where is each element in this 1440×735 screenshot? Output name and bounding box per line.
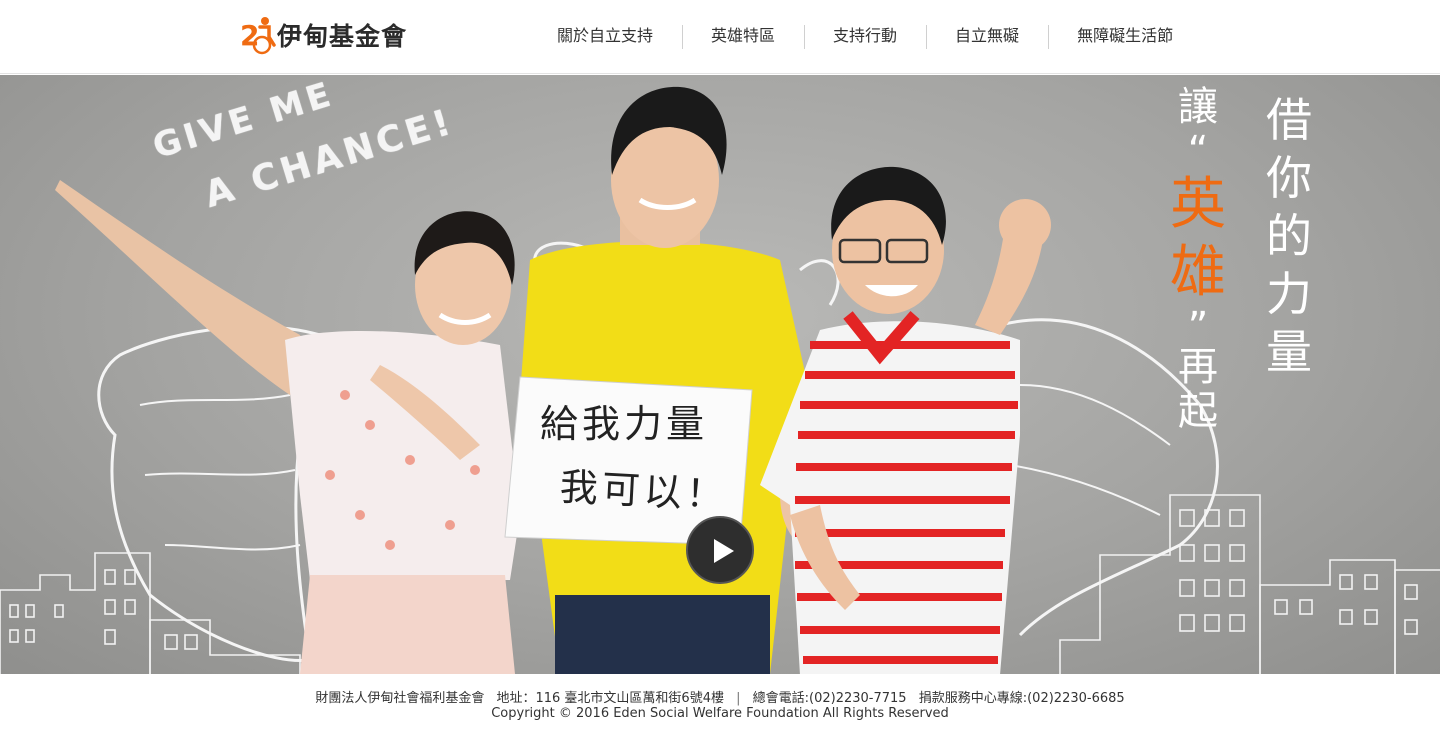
- slogan-char: 借: [1266, 93, 1312, 147]
- site-footer: 財團法人伊甸社會福利基金會 地址：116 臺北市文山區萬和街6號4樓 | 總會電…: [0, 675, 1440, 735]
- brand-name: 伊甸基金會: [277, 22, 408, 51]
- slogan-borrow-your-strength: 借 你 的 力 量: [1266, 97, 1312, 387]
- person-right: [760, 166, 1051, 674]
- footer-phone: 總會電話:(02)2230-7715: [752, 691, 907, 706]
- footer-copyright: Copyright © 2016 Eden Social Welfare Fou…: [491, 706, 949, 721]
- slogan-char: 起: [1178, 388, 1218, 434]
- footer-address: 地址：116 臺北市文山區萬和街6號4樓: [496, 691, 724, 706]
- footer-donation-phone: 捐款服務中心專線:(02)2230-6685: [918, 691, 1125, 706]
- slogan-char: 讓: [1178, 84, 1218, 130]
- play-icon: [714, 539, 734, 563]
- logo-mark-digit: 2: [240, 19, 259, 52]
- main-nav: 關於自立支持 英雄特區 支持行動 自立無礙 無障礙生活節: [528, 22, 1202, 50]
- site-logo[interactable]: 2 伊甸基金會: [240, 14, 407, 56]
- nav-item-about-independence[interactable]: 關於自立支持: [528, 23, 682, 49]
- slogan-char: 再: [1178, 344, 1218, 390]
- slogan-highlight-char: 英: [1170, 172, 1226, 237]
- slogan-char: 量: [1266, 325, 1312, 379]
- sign-text-line2: 我可以！: [558, 464, 729, 518]
- nav-item-support-actions[interactable]: 支持行動: [804, 23, 926, 49]
- site-header: 2 伊甸基金會 關於自立支持 英雄特區 支持行動 自立無礙 無障礙生活節: [0, 0, 1440, 74]
- slogan-open-quote: “: [1187, 131, 1209, 167]
- slogan-char: 力: [1266, 267, 1312, 321]
- slogan-char: 的: [1266, 209, 1312, 263]
- chalk-skyline-right: [1059, 494, 1440, 674]
- slogan-char: 你: [1266, 151, 1312, 205]
- footer-separator: |: [736, 691, 741, 706]
- sign-text-line1: 給我力量: [540, 402, 709, 446]
- slogan-let-heroes-rise: 讓 “ 英 雄 ” 再 起: [1170, 87, 1226, 435]
- footer-org-name: 財團法人伊甸社會福利基金會: [315, 691, 485, 706]
- slogan-close-quote: ”: [1187, 307, 1209, 343]
- nav-item-barrier-free[interactable]: 自立無礙: [926, 23, 1048, 49]
- eden-wheelchair-logo-icon: 2: [240, 17, 276, 55]
- slogan-highlight-char: 雄: [1170, 240, 1226, 305]
- nav-item-heroes[interactable]: 英雄特區: [682, 23, 804, 49]
- hero-banner: GIVE ME A CHANCE! 給我力量 我可以！ 借 你 的 力 量 讓 …: [0, 75, 1440, 674]
- nav-item-accessible-life-festival[interactable]: 無障礙生活節: [1048, 23, 1202, 49]
- video-play-button[interactable]: [686, 516, 754, 584]
- footer-contact-line: 財團法人伊甸社會福利基金會 地址：116 臺北市文山區萬和街6號4樓 | 總會電…: [0, 687, 1440, 706]
- chalk-skyline-left: [0, 552, 301, 674]
